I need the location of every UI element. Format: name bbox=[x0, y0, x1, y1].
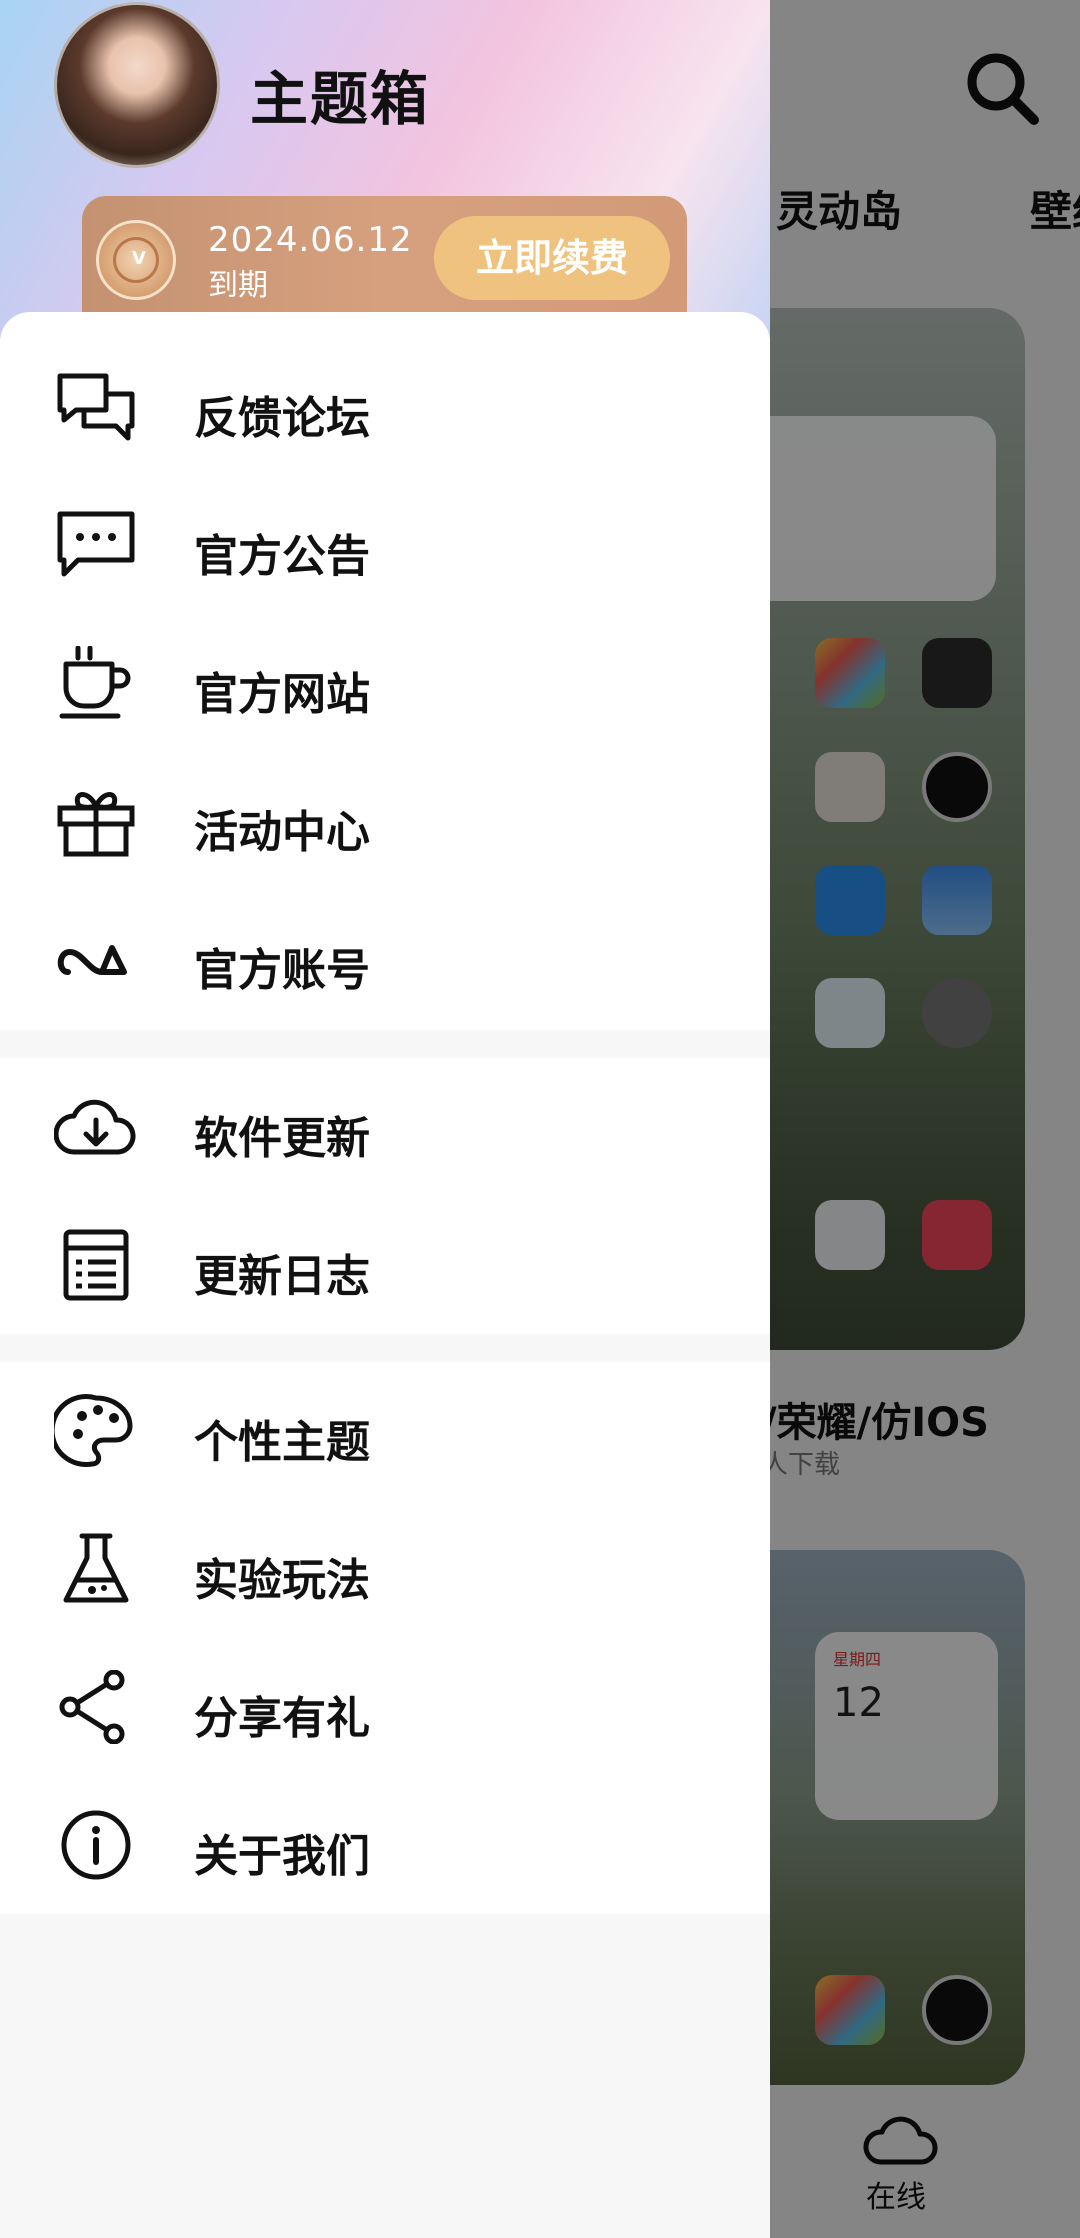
app-title: 主题箱 bbox=[250, 65, 431, 133]
renew-button[interactable]: 立即续费 bbox=[434, 216, 670, 300]
menu-item-software-update[interactable]: 软件更新 bbox=[0, 1058, 770, 1196]
share-icon bbox=[54, 1669, 138, 1745]
menu-group-updates: 软件更新 更新日志 bbox=[0, 1058, 770, 1334]
vip-expire-label: 到期 bbox=[208, 268, 268, 303]
menu-group-more: 个性主题 实验玩法 分享有礼 关于我们 bbox=[0, 1362, 770, 1914]
vip-badge-icon: V bbox=[96, 220, 176, 300]
chat-bubbles-icon bbox=[54, 370, 138, 444]
menu-item-feedback-forum[interactable]: 反馈论坛 bbox=[0, 338, 770, 476]
gift-icon bbox=[54, 784, 138, 858]
drawer-header: 主题箱 V 2024.06.12 到期 立即续费 bbox=[0, 0, 770, 340]
menu-item-changelog[interactable]: 更新日志 bbox=[0, 1196, 770, 1334]
menu-item-label: 活动中心 bbox=[194, 807, 370, 858]
menu-item-announcements[interactable]: 官方公告 bbox=[0, 476, 770, 614]
menu-item-label: 实验玩法 bbox=[194, 1555, 370, 1606]
brand-logo-icon bbox=[54, 922, 138, 996]
menu-item-about-us[interactable]: 关于我们 bbox=[0, 1776, 770, 1914]
navigation-drawer: 主题箱 V 2024.06.12 到期 立即续费 反馈论坛 官方公告 官方网站 … bbox=[0, 0, 770, 2238]
menu-group-community: 反馈论坛 官方公告 官方网站 活动中心 官方账号 bbox=[0, 312, 770, 1030]
menu-item-label: 更新日志 bbox=[194, 1251, 370, 1302]
menu-item-experiments[interactable]: 实验玩法 bbox=[0, 1500, 770, 1638]
menu-item-label: 关于我们 bbox=[194, 1831, 370, 1882]
menu-item-themes[interactable]: 个性主题 bbox=[0, 1362, 770, 1500]
menu-item-label: 软件更新 bbox=[194, 1113, 370, 1164]
menu-item-label: 官方账号 bbox=[194, 945, 370, 996]
menu-item-event-center[interactable]: 活动中心 bbox=[0, 752, 770, 890]
menu-item-label: 个性主题 bbox=[194, 1417, 370, 1468]
cloud-download-icon bbox=[53, 1090, 138, 1164]
menu-item-label: 官方网站 bbox=[194, 669, 370, 720]
menu-item-share-rewards[interactable]: 分享有礼 bbox=[0, 1638, 770, 1776]
message-dots-icon bbox=[54, 508, 138, 582]
list-doc-icon bbox=[54, 1228, 138, 1302]
menu-item-website[interactable]: 官方网站 bbox=[0, 614, 770, 752]
menu-item-official-account[interactable]: 官方账号 bbox=[0, 890, 770, 1028]
avatar[interactable] bbox=[54, 2, 220, 168]
info-icon bbox=[54, 1808, 138, 1882]
menu-item-label: 官方公告 bbox=[194, 531, 370, 582]
palette-icon bbox=[49, 1394, 138, 1468]
flask-icon bbox=[54, 1532, 138, 1606]
menu-item-label: 分享有礼 bbox=[194, 1693, 370, 1744]
vip-expire-date: 2024.06.12 bbox=[208, 220, 413, 260]
coffee-cup-icon bbox=[54, 645, 138, 720]
menu-item-label: 反馈论坛 bbox=[194, 393, 370, 444]
